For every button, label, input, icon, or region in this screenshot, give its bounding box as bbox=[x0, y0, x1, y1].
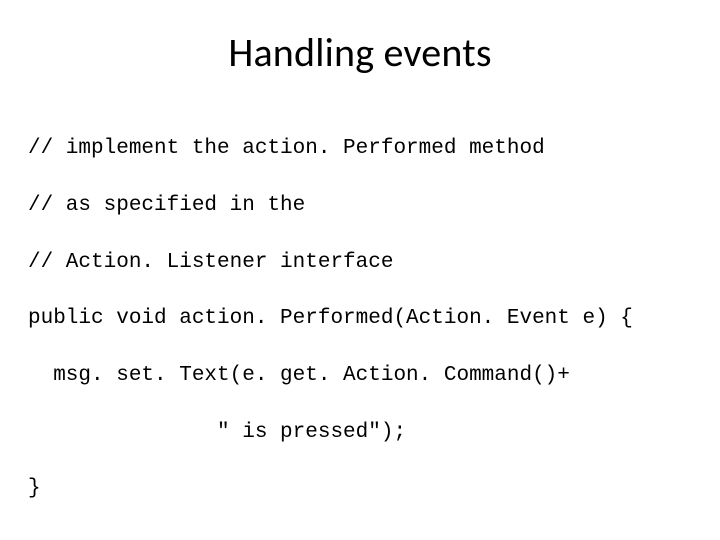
slide-title: Handling events bbox=[0, 28, 720, 77]
code-line: // Action. Listener interface bbox=[28, 249, 700, 277]
code-block: // implement the action. Performed metho… bbox=[28, 107, 700, 540]
slide: Handling events // implement the action.… bbox=[0, 28, 720, 540]
code-line: public void action. Performed(Action. Ev… bbox=[28, 305, 700, 333]
code-line: // implement the action. Performed metho… bbox=[28, 135, 700, 163]
code-line: } bbox=[28, 475, 700, 503]
code-line: " is pressed"); bbox=[28, 419, 700, 447]
code-line: // as specified in the bbox=[28, 192, 700, 220]
code-line: msg. set. Text(e. get. Action. Command()… bbox=[28, 362, 700, 390]
